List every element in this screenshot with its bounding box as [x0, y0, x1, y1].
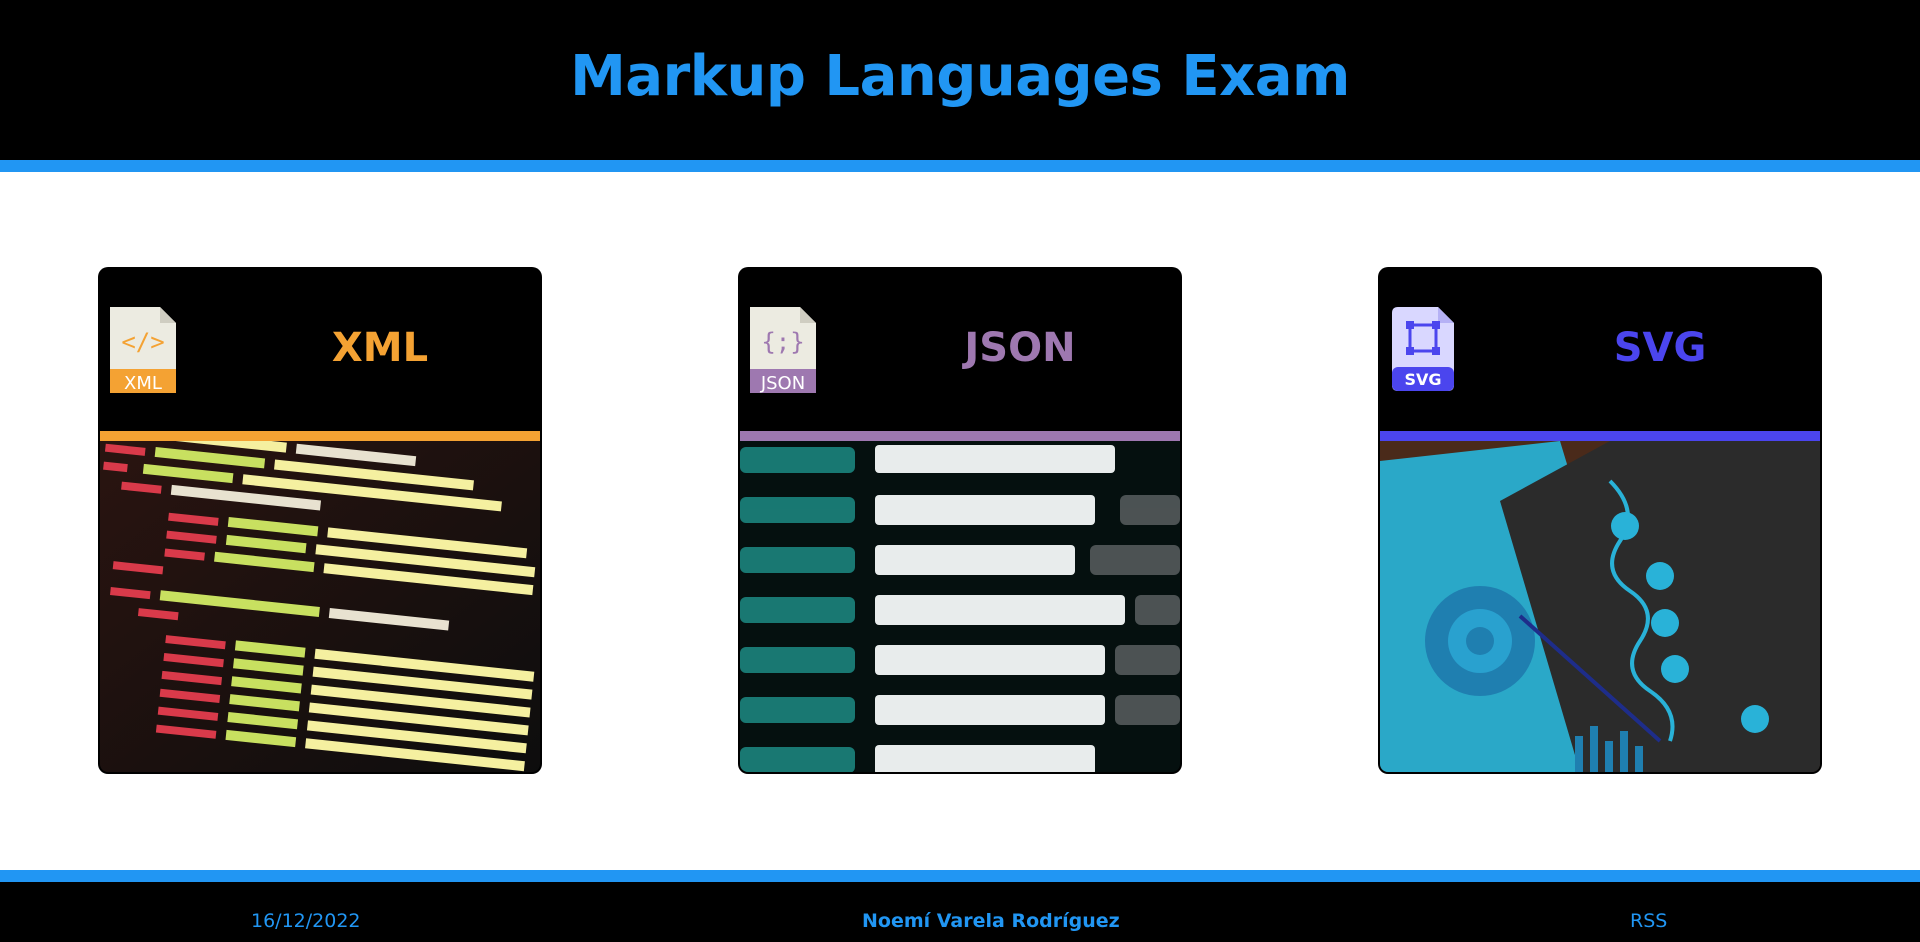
- svg-file-icon: SVG: [1392, 307, 1454, 391]
- svg-text:XML: XML: [124, 373, 162, 394]
- card-accent-bar: [740, 431, 1180, 441]
- card-title[interactable]: XML: [218, 325, 542, 371]
- card-json[interactable]: {;} JSON JSON: [738, 267, 1182, 774]
- svg-text:JSON: JSON: [760, 373, 805, 394]
- card-svg[interactable]: SVG SVG: [1378, 267, 1822, 774]
- infographic-photo: [1380, 441, 1820, 772]
- svg-text:SVG: SVG: [1404, 370, 1441, 389]
- card-accent-bar: [100, 431, 540, 441]
- card-header: SVG SVG: [1378, 267, 1822, 431]
- page-title: Markup Languages Exam: [570, 44, 1350, 109]
- card-header: </> XML XML: [98, 267, 542, 431]
- json-file-icon: {;} JSON: [750, 307, 816, 394]
- svg-text:{;}: {;}: [761, 328, 804, 356]
- code-photo: [100, 441, 540, 772]
- page-header: Markup Languages Exam: [0, 0, 1920, 172]
- card-title[interactable]: JSON: [858, 325, 1182, 371]
- card-header: {;} JSON JSON: [738, 267, 1182, 431]
- code-photo: [740, 441, 1180, 772]
- rss-link[interactable]: RSS: [1630, 910, 1667, 932]
- svg-text:</>: </>: [121, 328, 164, 356]
- page-footer: 16/12/2022 Noemí Varela Rodríguez RSS: [0, 870, 1920, 942]
- card-accent-bar: [1380, 431, 1820, 441]
- footer-author: Noemí Varela Rodríguez: [862, 910, 1120, 932]
- card-title[interactable]: SVG: [1498, 325, 1822, 371]
- card-xml[interactable]: </> XML XML: [98, 267, 542, 774]
- xml-file-icon: </> XML: [110, 307, 176, 394]
- footer-date: 16/12/2022: [251, 910, 361, 932]
